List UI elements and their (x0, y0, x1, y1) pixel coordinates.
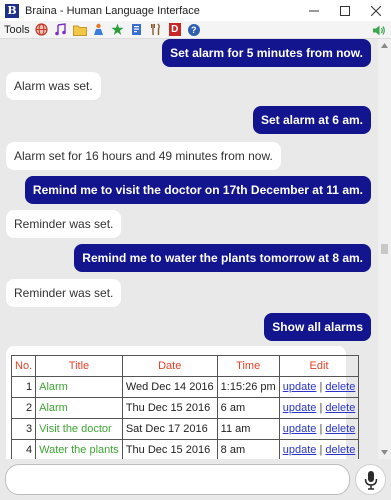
assistant-message: Reminder was set. (6, 279, 122, 307)
scroll-thumb[interactable] (381, 244, 388, 254)
row-time: 8 am (216, 439, 280, 459)
bookmark-icon[interactable] (129, 23, 145, 37)
link-separator: | (319, 423, 323, 435)
window-title: Braina - Human Language Interface (25, 4, 200, 17)
row-edit: update | delete (278, 397, 360, 419)
row-number: 2 (10, 397, 37, 419)
window-controls (298, 0, 391, 21)
dictionary-icon[interactable]: D (167, 23, 183, 37)
app-icon: B (5, 3, 19, 18)
link-separator: | (319, 444, 323, 456)
globe-icon[interactable] (34, 23, 50, 37)
assistant-message: Reminder was set. (6, 210, 122, 238)
row-date: Thu Dec 15 2016 (121, 397, 218, 419)
row-time: 11 am (216, 418, 280, 440)
row-time: 1:15:26 pm (216, 376, 280, 398)
scroll-up-button[interactable] (378, 39, 391, 52)
row-date: Wed Dec 14 2016 (121, 376, 218, 398)
delete-link[interactable]: delete (325, 423, 355, 435)
minimize-button[interactable] (298, 0, 329, 21)
person-icon[interactable] (91, 23, 107, 37)
update-link[interactable]: update (283, 444, 317, 456)
row-edit: update | delete (278, 376, 360, 398)
microphone-button[interactable] (355, 464, 386, 495)
table-row: 1 Alarm Wed Dec 14 2016 1:15:26 pm updat… (10, 376, 360, 398)
row-title: Water the plants (35, 439, 123, 459)
assistant-message: Alarm set for 16 hours and 49 minutes fr… (6, 142, 281, 170)
update-link[interactable]: update (283, 402, 317, 414)
row-number: 3 (10, 418, 37, 440)
chevron-up-icon (381, 43, 388, 48)
dictionary-letter: D (168, 23, 181, 36)
delete-link[interactable]: delete (325, 444, 355, 456)
user-message: Set alarm at 6 am. (252, 106, 371, 134)
close-button[interactable] (360, 0, 391, 21)
music-icon[interactable] (53, 23, 69, 37)
utensils-icon[interactable] (148, 23, 164, 37)
scroll-down-button[interactable] (378, 446, 391, 459)
chevron-down-icon (381, 450, 388, 455)
update-link[interactable]: update (283, 381, 317, 393)
user-message: Set alarm for 5 minutes from now. (162, 39, 371, 67)
row-edit: update | delete (278, 418, 360, 440)
link-separator: | (319, 381, 323, 393)
table-row: 2 Alarm Thu Dec 15 2016 6 am update | de… (10, 397, 360, 419)
maximize-button[interactable] (329, 0, 360, 21)
table-row: 4 Water the plants Thu Dec 15 2016 8 am … (10, 439, 360, 459)
speaker-icon[interactable] (372, 23, 386, 37)
row-date: Sat Dec 17 2016 (121, 418, 218, 440)
row-title: Alarm (35, 376, 123, 398)
tools-toolbar: Tools D ? (0, 21, 391, 39)
alarms-table: No. Title Date Time Edit 1 Alarm Wed Dec… (10, 355, 360, 459)
update-link[interactable]: update (283, 423, 317, 435)
maximize-icon (339, 5, 350, 16)
link-separator: | (319, 402, 323, 414)
row-title: Visit the doctor (35, 418, 123, 440)
user-message: Remind me to water the plants tomorrow a… (74, 244, 371, 272)
column-header-title: Title (35, 355, 123, 377)
input-bar (0, 459, 391, 500)
row-title: Alarm (35, 397, 123, 419)
row-number: 4 (10, 439, 37, 459)
row-number: 1 (10, 376, 37, 398)
tools-label: Tools (4, 23, 30, 36)
microphone-icon (364, 470, 377, 490)
table-header-row: No. Title Date Time Edit (10, 355, 360, 377)
user-message: Remind me to visit the doctor on 17th De… (24, 176, 371, 204)
command-input[interactable] (5, 464, 350, 495)
column-header-edit: Edit (278, 355, 360, 377)
column-header-no: No. (10, 355, 37, 377)
column-header-date: Date (121, 355, 218, 377)
chat-scrollbar[interactable] (378, 39, 391, 459)
star-icon[interactable] (110, 23, 126, 37)
user-message: Show all alarms (264, 313, 371, 341)
table-row: 3 Visit the doctor Sat Dec 17 2016 11 am… (10, 418, 360, 440)
chat-area: Set alarm for 5 minutes from now. Alarm … (0, 39, 378, 459)
close-icon (370, 5, 381, 16)
minimize-icon (308, 10, 319, 11)
delete-link[interactable]: delete (325, 381, 355, 393)
help-icon[interactable]: ? (186, 23, 202, 37)
column-header-time: Time (216, 355, 280, 377)
row-date: Thu Dec 15 2016 (121, 439, 218, 459)
row-edit: update | delete (278, 439, 360, 459)
folder-icon[interactable] (72, 23, 88, 37)
delete-link[interactable]: delete (325, 402, 355, 414)
row-time: 6 am (216, 397, 280, 419)
alarms-table-card: No. Title Date Time Edit 1 Alarm Wed Dec… (6, 346, 360, 459)
assistant-message: Alarm was set. (6, 72, 101, 100)
title-bar: B Braina - Human Language Interface (0, 0, 391, 21)
help-glyph: ? (187, 23, 200, 36)
